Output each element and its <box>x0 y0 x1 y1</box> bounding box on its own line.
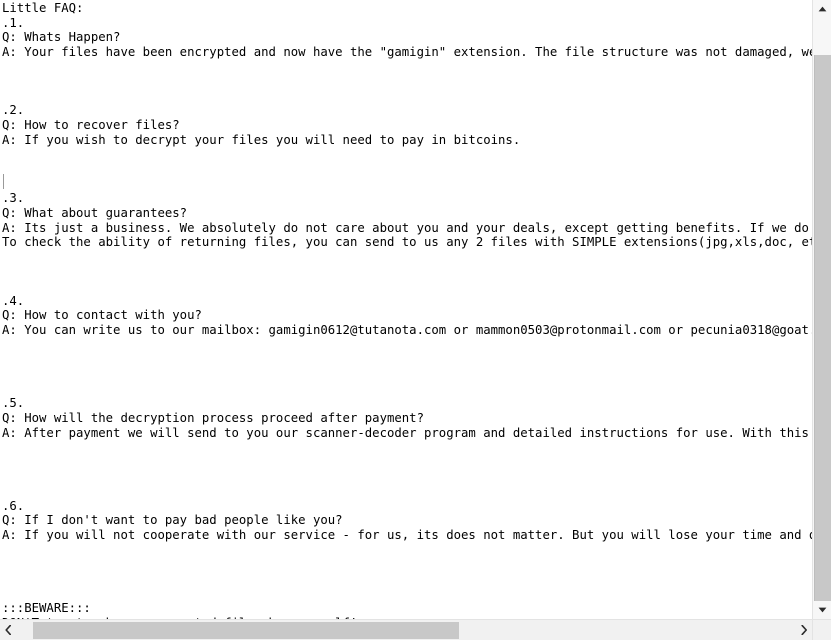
document-line: .4. <box>2 293 25 308</box>
vertical-scrollbar[interactable] <box>812 0 831 619</box>
document-text-body: Little FAQ: .1. Q: Whats Happen? A: Your fi… <box>2 1 812 619</box>
document-line: A: If you will not cooperate with our se… <box>2 528 812 543</box>
document-line: A: Its just a business. We absolutely do… <box>2 220 812 235</box>
document-line: :::BEWARE::: <box>2 601 91 616</box>
document-line: Q: How will the decryption process proce… <box>2 410 424 425</box>
horizontal-scrollbar[interactable] <box>0 619 812 640</box>
document-text-area[interactable]: Little FAQ: .1. Q: Whats Happen? A: Your fi… <box>0 0 812 619</box>
document-line: Q: What about guarantees? <box>2 205 188 220</box>
document-line: Q: Whats Happen? <box>2 30 121 45</box>
document-line: A: You can write us to our mailbox: gami… <box>2 323 812 338</box>
vertical-scrollbar-thumb[interactable] <box>814 55 831 610</box>
document-line: .2. <box>2 103 25 118</box>
document-line: Q: How to recover files? <box>2 118 180 133</box>
document-line: Q: How to contact with you? <box>2 308 202 323</box>
document-line: To check the ability of returning files,… <box>2 235 812 250</box>
text-caret <box>3 174 4 189</box>
document-line: A: If you wish to decrypt your files you… <box>2 132 521 147</box>
text-editor-window: Little FAQ: .1. Q: Whats Happen? A: Your fi… <box>0 0 831 640</box>
document-line: .6. <box>2 498 25 513</box>
document-line: Q: If I don't want to pay bad people lik… <box>2 513 343 528</box>
scroll-down-arrow-icon[interactable] <box>813 601 831 619</box>
vertical-scrollbar-track[interactable] <box>813 18 831 610</box>
document-line: A: Your files have been encrypted and no… <box>2 44 812 59</box>
scroll-up-arrow-icon[interactable] <box>813 0 831 18</box>
document-line: A: After payment we will send to you our… <box>2 425 812 440</box>
document-line: Little FAQ: <box>2 1 84 15</box>
document-line: .1. <box>2 15 25 30</box>
scrollbar-corner <box>812 619 831 640</box>
horizontal-scrollbar-thumb[interactable] <box>33 622 459 639</box>
horizontal-scrollbar-track[interactable] <box>16 620 796 640</box>
scroll-right-arrow-icon[interactable] <box>796 620 812 640</box>
document-line: .5. <box>2 396 25 411</box>
document-line: .3. <box>2 191 25 206</box>
scroll-left-arrow-icon[interactable] <box>0 620 16 640</box>
